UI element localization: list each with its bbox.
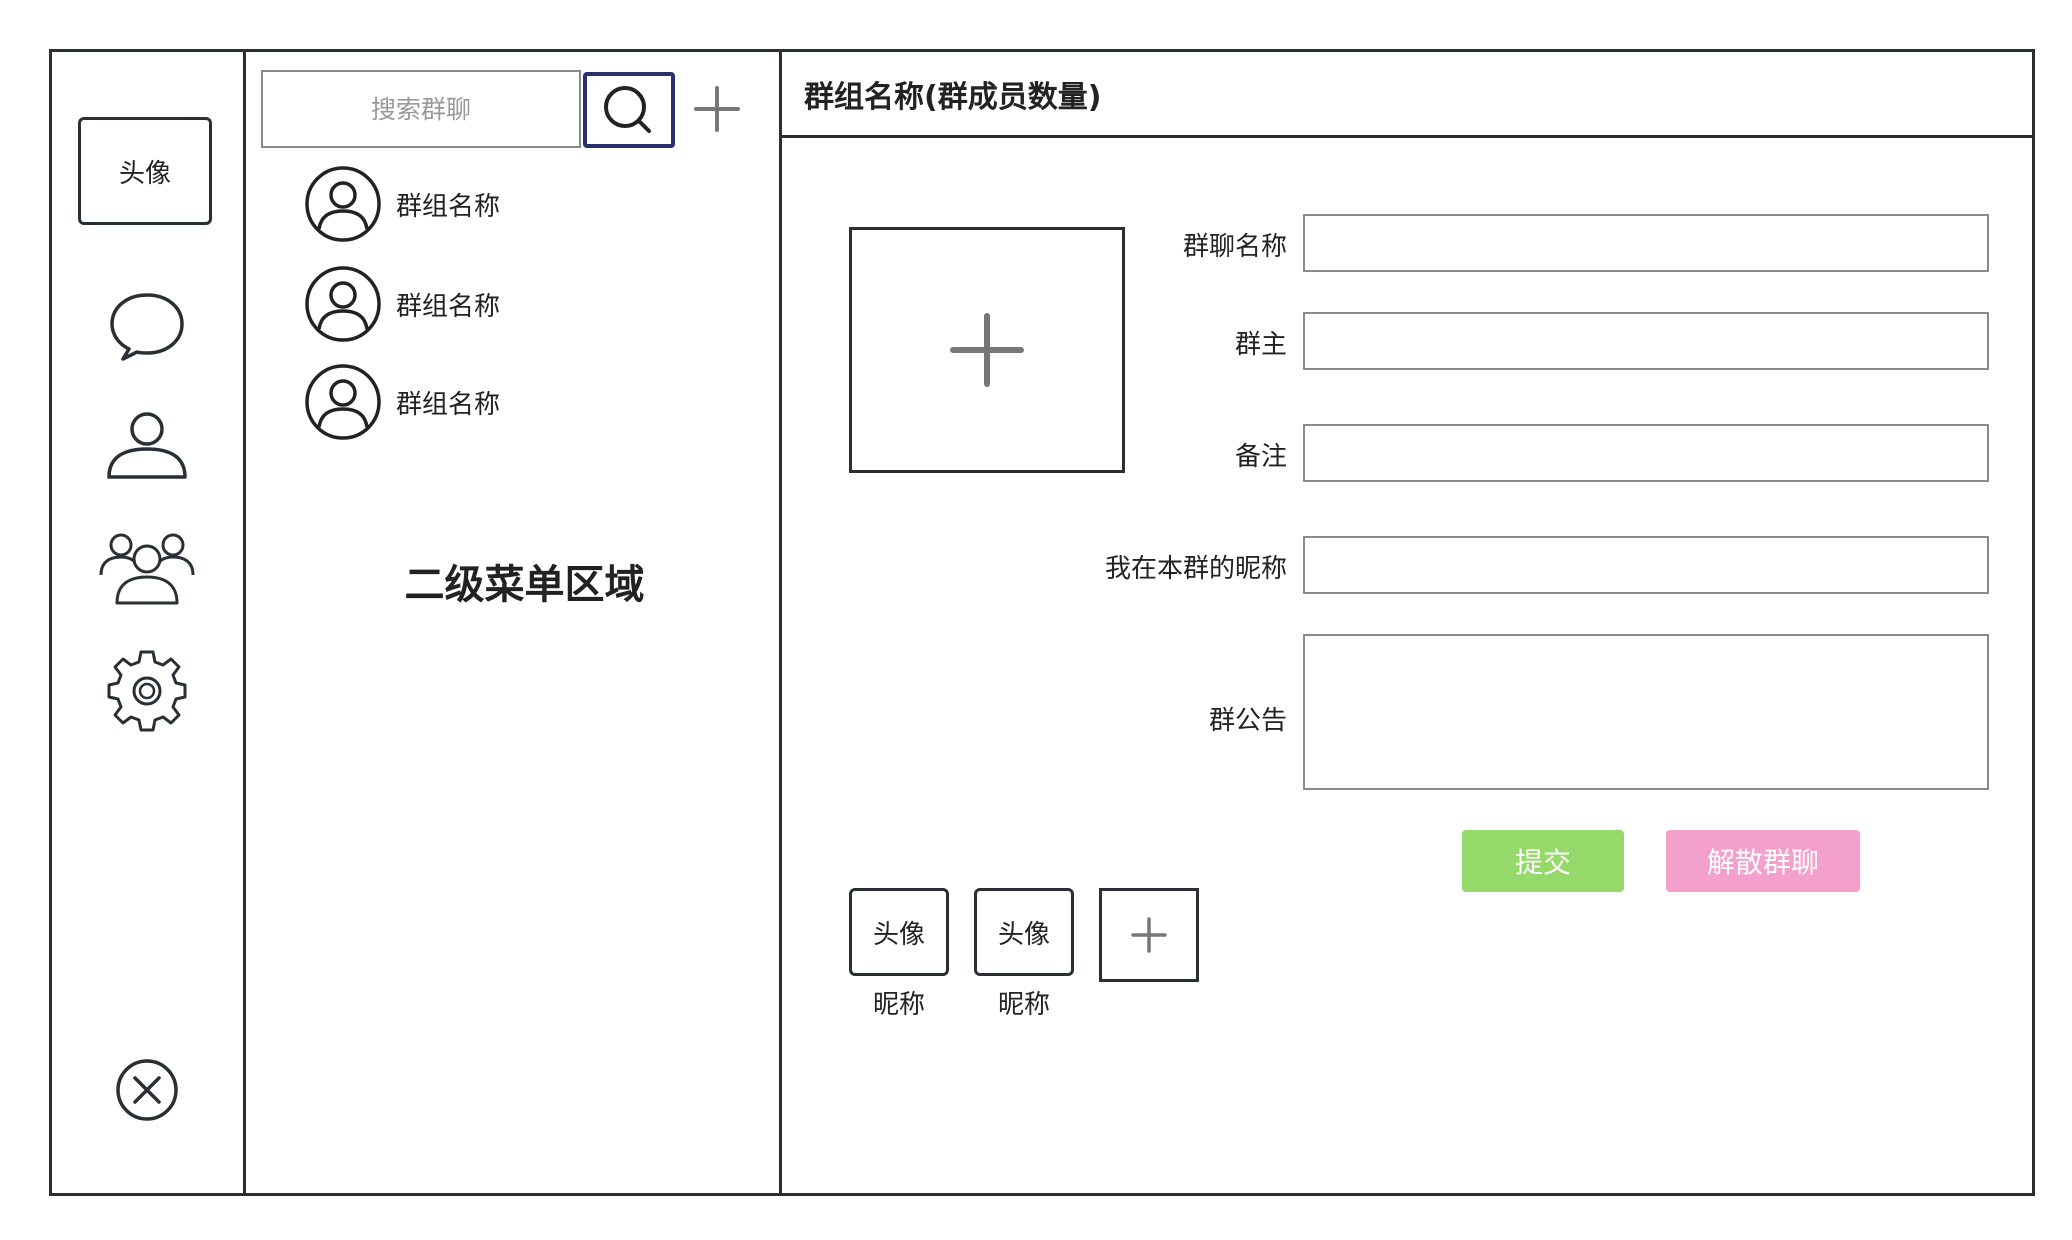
group-name: 群组名称 (396, 291, 501, 322)
group-avatar-icon (305, 166, 381, 242)
member-nickname: 昵称 (872, 990, 925, 1020)
group-users-icon[interactable] (99, 517, 195, 613)
group-avatar-upload[interactable] (849, 227, 1125, 473)
member-item[interactable]: 头像 昵称 (974, 888, 1074, 1021)
nickname-label: 我在本群的昵称 (1104, 554, 1287, 584)
search-input[interactable] (261, 70, 581, 148)
owner-input[interactable] (1303, 312, 1989, 370)
search-icon (604, 86, 651, 133)
announcement-label: 群公告 (1208, 706, 1287, 736)
member-nickname: 昵称 (997, 990, 1050, 1020)
nickname-input[interactable] (1303, 536, 1989, 594)
group-name: 群组名称 (396, 389, 501, 420)
group-name-label: 群聊名称 (1182, 232, 1287, 262)
group-avatar-icon (305, 266, 381, 342)
add-group-button[interactable] (692, 84, 742, 134)
member-avatar[interactable]: 头像 (849, 888, 949, 976)
remark-label: 备注 (1234, 442, 1287, 472)
chat-bubble-icon[interactable] (99, 277, 195, 373)
search-button[interactable] (583, 72, 675, 148)
user-icon[interactable] (99, 397, 195, 493)
member-item[interactable]: 头像 昵称 (849, 888, 949, 1021)
remark-input[interactable] (1303, 424, 1989, 482)
announcement-textarea[interactable] (1303, 634, 1989, 790)
app-window: 头像 群组名称 (49, 49, 2035, 1196)
secondary-area-label: 二级菜单区域 (404, 562, 645, 608)
close-circle-icon[interactable] (99, 1042, 195, 1138)
group-list-item[interactable]: 群组名称 (304, 164, 500, 244)
main-panel: 群组名称(群成员数量) 群聊名称 群主 备注 我在本群的昵称 群公告 提交 解散… (782, 52, 2032, 1193)
plus-icon (950, 313, 1024, 387)
page-title: 群组名称(群成员数量) (782, 52, 2032, 138)
plus-icon (1131, 917, 1167, 953)
group-name: 群组名称 (396, 191, 501, 222)
group-list-item[interactable]: 群组名称 (304, 362, 500, 442)
dismiss-group-button[interactable]: 解散群聊 (1666, 830, 1860, 892)
sidebar: 头像 (52, 52, 246, 1193)
add-member-button[interactable] (1099, 888, 1199, 982)
group-list-item[interactable]: 群组名称 (304, 264, 500, 344)
secondary-menu: 群组名称 群组名称 群组名称 二级菜单区域 (246, 52, 782, 1193)
user-avatar[interactable]: 头像 (78, 117, 212, 225)
group-avatar-icon (305, 364, 381, 440)
member-avatar[interactable]: 头像 (974, 888, 1074, 976)
plus-icon (694, 86, 740, 132)
gear-icon[interactable] (99, 642, 195, 738)
owner-label: 群主 (1234, 330, 1287, 360)
submit-button[interactable]: 提交 (1462, 830, 1624, 892)
group-name-input[interactable] (1303, 214, 1989, 272)
